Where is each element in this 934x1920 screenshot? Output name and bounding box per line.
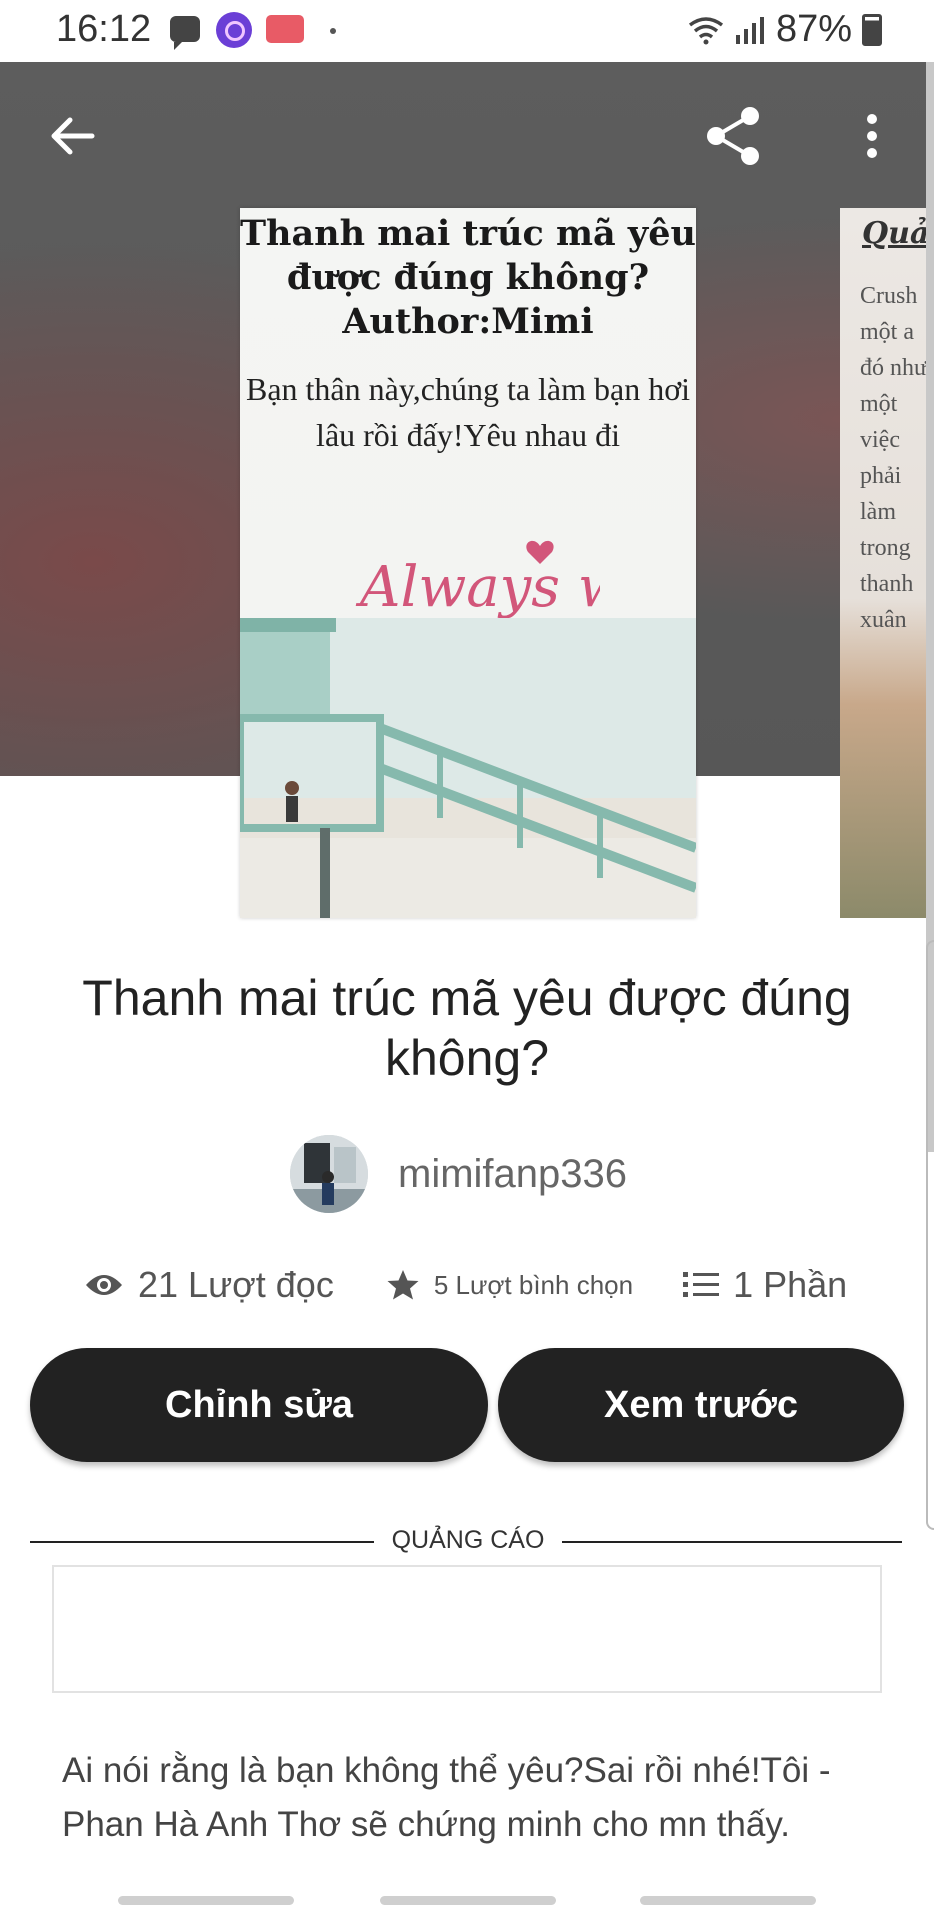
reads-stat: 21 Lượt đọc xyxy=(84,1264,334,1306)
side-drawer-handle[interactable] xyxy=(926,940,934,1530)
lifeguard-tower-scene xyxy=(240,618,696,918)
story-title: Thanh mai trúc mã yêu được đúng không? xyxy=(82,970,852,1086)
share-icon xyxy=(707,107,759,165)
avatar[interactable] xyxy=(290,1135,368,1213)
story-stats: 21 Lượt đọc 5 Lượt bình chọn 1 Phần xyxy=(84,1258,847,1312)
story-cover[interactable]: Thanh mai trúc mã yêu được đúng không? A… xyxy=(240,208,696,918)
preview-button[interactable]: Xem trước xyxy=(498,1348,904,1462)
parts-count: 1 Phần xyxy=(733,1264,848,1305)
author-avatar-image xyxy=(290,1135,368,1213)
share-button[interactable] xyxy=(702,104,766,168)
video-mail-icon xyxy=(266,15,304,43)
reads-count: 21 Lượt đọc xyxy=(138,1264,334,1305)
status-time: 16:12 xyxy=(56,8,152,50)
ad-slot[interactable] xyxy=(52,1565,882,1693)
signal-icon xyxy=(735,16,764,44)
author-row[interactable]: mimifanp336 xyxy=(290,1134,627,1214)
ad-label: QUẢNG CÁO xyxy=(391,1526,545,1554)
battery-percent: 87% xyxy=(775,8,852,50)
more-options-button[interactable] xyxy=(840,104,904,168)
eye-icon xyxy=(86,1275,122,1295)
ad-divider-right xyxy=(562,1541,902,1543)
wifi-icon xyxy=(688,16,723,44)
message-icon xyxy=(170,16,200,50)
votes-stat: 5 Lượt bình chọn xyxy=(386,1268,633,1302)
cover-art-text: Always with you xyxy=(355,555,600,620)
star-icon xyxy=(387,1270,419,1300)
list-icon xyxy=(683,1272,720,1297)
more-vertical-icon xyxy=(867,114,877,158)
next-story-cover[interactable]: Quả Crush một a đó như một việc phải làm… xyxy=(840,208,934,918)
edit-button[interactable]: Chỉnh sửa xyxy=(30,1348,488,1462)
story-description: Ai nói rằng là bạn không thể yêu?Sai rồi… xyxy=(62,1751,831,1844)
battery-icon xyxy=(862,13,882,46)
bottom-nav-pill-left[interactable] xyxy=(118,1896,294,1905)
ad-divider-left xyxy=(30,1541,374,1543)
status-bar: 16:12 87% xyxy=(0,0,934,62)
cover-blurb: Bạn thân này,chúng ta làm bạn hơi lâu rồ… xyxy=(245,371,691,453)
bottom-nav-pill-right[interactable] xyxy=(640,1896,816,1905)
back-button[interactable] xyxy=(40,104,104,168)
side-cover-title: Quả xyxy=(862,216,930,251)
votes-count: 5 Lượt bình chọn xyxy=(433,1269,634,1300)
parts-stat: 1 Phần xyxy=(683,1264,847,1306)
author-name[interactable]: mimifanp336 xyxy=(398,1152,627,1197)
cover-title: Thanh mai trúc mã yêu được đúng không? A… xyxy=(240,213,696,342)
arrow-left-icon xyxy=(51,117,95,155)
app-notification-icon xyxy=(216,12,252,48)
more-notifications-dot-icon xyxy=(330,28,336,34)
side-cover-text: Crush một a đó như một việc phải làm tro… xyxy=(860,283,928,633)
bottom-nav-pill-center[interactable] xyxy=(380,1896,556,1905)
status-right-group: 87% xyxy=(688,8,882,51)
